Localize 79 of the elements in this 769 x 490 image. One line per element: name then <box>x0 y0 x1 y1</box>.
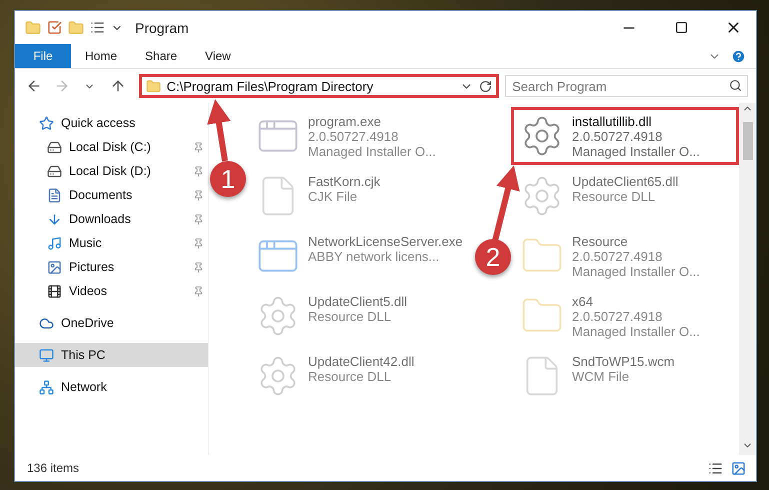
file-detail: ABBY network licens... <box>308 249 440 264</box>
window-title: Program <box>135 20 189 36</box>
sidebar-item-icon <box>47 188 62 202</box>
address-bar[interactable]: C:\Program Files\Program Directory <box>138 74 500 98</box>
file-item[interactable]: UpdateClient42.dll Resource DLL <box>247 347 475 405</box>
ribbon-tab[interactable]: Share <box>131 44 192 68</box>
sidebar-item[interactable]: Downloads <box>15 207 208 231</box>
details-view-icon[interactable] <box>708 460 723 476</box>
file-name: FastKorn.cjk <box>308 174 380 189</box>
file-detail: Managed Installer O... <box>572 144 700 159</box>
file-detail: Resource DLL <box>572 189 656 204</box>
sidebar-item[interactable]: This PC <box>15 343 208 367</box>
sidebar-item-icon <box>47 140 62 154</box>
sidebar-item[interactable]: Pictures <box>15 255 208 279</box>
file-name: Resource <box>572 234 629 249</box>
file-name: NetworkLicenseServer.exe <box>308 234 463 249</box>
file-detail: Resource DLL <box>308 369 392 384</box>
file-name: x64 <box>572 294 594 309</box>
maximize-icon[interactable] <box>674 21 688 34</box>
sidebar-item-icon <box>39 380 54 394</box>
callout-arrow <box>207 99 231 162</box>
sidebar-item[interactable]: Local Disk (D:) <box>15 159 208 183</box>
sidebar-item[interactable]: Quick access <box>15 111 208 135</box>
search-icon[interactable] <box>729 79 742 92</box>
sidebar-item[interactable]: Videos <box>15 279 208 303</box>
file-item[interactable]: x64 2.0.50727.4918 Managed Installer O... <box>511 287 739 345</box>
search-field[interactable]: Search Program <box>505 75 748 97</box>
sidebar-item[interactable]: Local Disk (C:) <box>15 135 208 159</box>
refresh-icon[interactable] <box>479 80 492 92</box>
file-detail: Resource DLL <box>308 309 392 324</box>
scrollbar[interactable] <box>739 103 756 455</box>
file-name: program.exe <box>308 114 382 129</box>
file-item[interactable]: installutillib.dll 2.0.50727.4918 Managed Installer O... <box>511 107 739 165</box>
file-name: SndToWP15.wcm <box>572 354 675 369</box>
file-item[interactable]: SndToWP15.wcm WCM File <box>511 347 739 405</box>
ribbon-tab[interactable]: Home <box>71 44 132 68</box>
file-detail: CJK File <box>308 189 358 204</box>
checklist-icon[interactable] <box>47 20 62 35</box>
file-name: UpdateClient42.dll <box>308 354 414 369</box>
sidebar-item[interactable]: Network <box>15 375 208 399</box>
sidebar-item[interactable]: OneDrive <box>15 311 208 335</box>
sidebar-item-icon <box>47 164 62 178</box>
file-item[interactable]: NetworkLicenseServer.exe ABBY network licens... <box>247 227 475 285</box>
sidebar-item[interactable]: Music <box>15 231 208 255</box>
file-detail: 2.0.50727.4918 <box>572 129 664 144</box>
sidebar-item-icon <box>47 236 62 250</box>
item-count: 136 items <box>27 461 80 475</box>
sidebar-item-icon <box>39 316 54 330</box>
sidebar-item-icon <box>47 260 62 274</box>
properties-icon[interactable] <box>90 20 105 35</box>
file-detail: 2.0.50727.4918 <box>572 309 664 324</box>
address-path: C:\Program Files\Program Directory <box>166 78 374 94</box>
step-badge: 2 <box>475 239 511 275</box>
file-detail: 2.0.50727.4918 <box>572 249 664 264</box>
sidebar-item[interactable]: Documents <box>15 183 208 207</box>
file-name: installutillib.dll <box>572 114 652 129</box>
sidebar-item-icon <box>39 116 54 130</box>
file-item[interactable]: UpdateClient65.dll Resource DLL <box>511 167 739 225</box>
sidebar-item-icon <box>47 212 62 226</box>
file-item[interactable]: UpdateClient5.dll Resource DLL <box>247 287 475 345</box>
ribbon-tab[interactable]: View <box>191 44 245 68</box>
file-name: UpdateClient65.dll <box>572 174 678 189</box>
help-icon[interactable] <box>731 48 746 64</box>
scrollbar-thumb[interactable] <box>742 122 752 160</box>
step-badge: 1 <box>210 161 246 197</box>
file-item[interactable]: Resource 2.0.50727.4918 Managed Installer O... <box>511 227 739 285</box>
file-detail: Managed Installer O... <box>308 144 436 159</box>
back-arrow-icon[interactable] <box>26 78 42 94</box>
folder-icon <box>146 78 161 94</box>
file-item[interactable]: FastKorn.cjk CJK File <box>247 167 475 225</box>
file-item[interactable]: program.exe 2.0.50727.4918 Managed Installer O... <box>247 107 475 165</box>
large-icons-view-icon[interactable] <box>731 460 746 476</box>
file-name: UpdateClient5.dll <box>308 294 408 309</box>
file-detail: 2.0.50727.4918 <box>308 129 400 144</box>
sidebar-item-icon <box>39 348 54 362</box>
file-detail: Managed Installer O... <box>572 264 700 279</box>
file-detail: Managed Installer O... <box>572 324 700 339</box>
sidebar-item-icon <box>47 284 62 298</box>
file-detail: WCM File <box>572 369 630 384</box>
